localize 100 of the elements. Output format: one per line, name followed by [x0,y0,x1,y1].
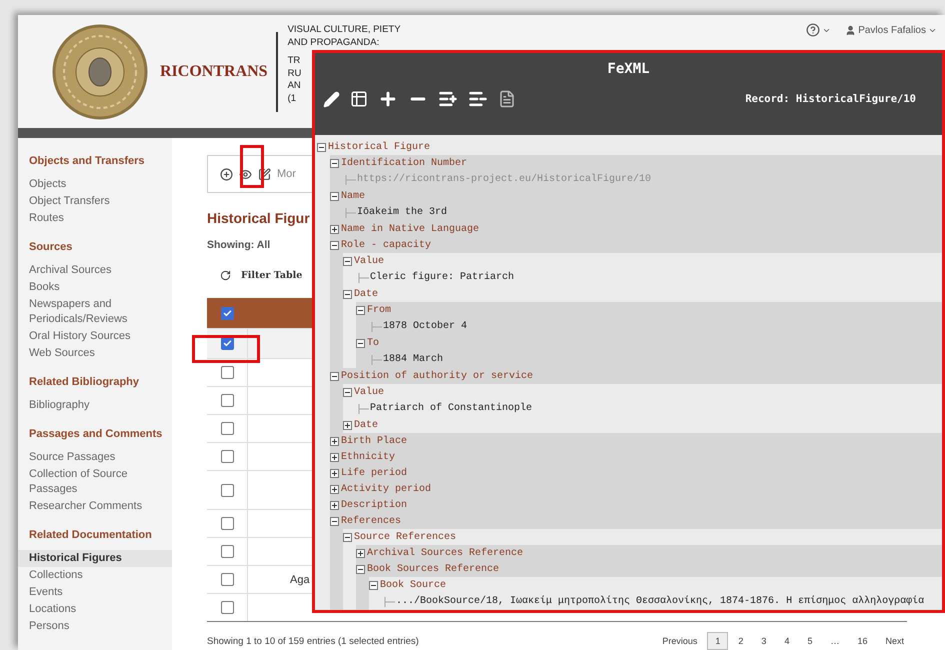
expand-icon[interactable] [330,484,339,494]
document-icon[interactable] [498,90,516,108]
tree-connector [343,208,357,218]
collapse-icon[interactable] [343,256,352,266]
page-link[interactable]: 3 [753,632,774,650]
filter-label: Filter Table [241,270,302,280]
row-checkbox[interactable] [220,366,234,379]
page-link[interactable]: 16 [849,632,876,650]
page-link[interactable]: 2 [730,632,752,650]
sidebar-item[interactable]: Researcher Comments [18,498,172,515]
row-checkbox[interactable] [220,450,234,463]
tree-node-label[interactable]: Date [354,288,378,300]
tree-node-label[interactable]: Value [354,256,384,266]
tree-value: 1878 October 4 [383,321,468,332]
more-label[interactable]: Mor [277,168,296,180]
sidebar-item[interactable]: Bibliography [18,397,172,414]
row-checkbox[interactable] [220,573,234,586]
collapse-icon[interactable] [330,240,339,250]
tree-node-label[interactable]: Position of authority or service [341,370,534,382]
table-icon[interactable] [350,90,368,108]
previous-link[interactable]: Previous [654,632,706,650]
tree-node-label[interactable]: Archival Sources Reference [367,548,524,558]
sidebar-item[interactable]: Oral History Sources [18,328,172,345]
tree-node-label[interactable]: Activity period [341,484,432,494]
user-menu-button[interactable]: Pavlos Fafalios [845,24,937,36]
expand-icon[interactable] [330,500,339,510]
tree-node-label[interactable]: Name [341,190,366,202]
collapse-icon[interactable] [330,192,339,200]
help-menu-button[interactable] [806,23,832,37]
refresh-icon[interactable] [220,270,231,280]
collapse-icon[interactable] [317,142,326,152]
row-checkbox[interactable] [220,394,234,407]
sidebar-item[interactable]: Locations [18,601,172,618]
sidebar-item[interactable]: Objects [18,176,172,193]
tree-node-label[interactable]: Ethnicity [341,452,396,462]
tree-value: 1884 March [383,354,444,365]
row-checkbox[interactable] [220,484,234,496]
add-icon[interactable] [220,168,233,180]
row-checkbox[interactable] [220,517,234,530]
list-minus-icon[interactable] [468,89,488,109]
collapse-icon[interactable] [369,580,378,590]
collapse-icon[interactable] [356,564,365,574]
view-icon[interactable] [239,168,252,180]
collapse-icon[interactable] [356,338,365,348]
sidebar-heading: Objects and Transfers [29,155,146,167]
tree-node-label[interactable]: Book Source [380,580,446,590]
tree-node-label[interactable]: Birth Place [341,436,408,446]
row-checkbox[interactable] [220,601,234,614]
tree-node-label[interactable]: References [341,516,402,526]
page-link[interactable]: 1 [707,632,728,650]
collapse-icon[interactable] [330,516,339,526]
page-link[interactable]: 5 [799,632,820,650]
sidebar-item[interactable]: Persons [18,618,172,635]
sidebar-item[interactable]: Collection of Source Passages [18,466,172,498]
tree-node-label[interactable]: Date [354,420,378,430]
tree-node-label[interactable]: Life period [341,468,408,478]
tree-node-label[interactable]: Name in Native Language [341,224,480,234]
collapse-icon[interactable] [343,290,352,298]
row-checkbox[interactable] [220,545,234,558]
sidebar-item[interactable]: Books [18,279,172,296]
plus-icon[interactable] [378,89,398,109]
expand-icon[interactable] [330,224,339,234]
tree-node-label[interactable]: Identification Number [341,158,468,168]
sidebar-item[interactable]: Collections [18,567,172,584]
next-link[interactable]: Next [877,632,912,650]
list-plus-icon[interactable] [438,89,458,109]
collapse-icon[interactable] [356,306,365,314]
pencil-icon[interactable] [323,90,340,108]
row-checkbox[interactable] [220,422,234,435]
tree-node-label[interactable]: Book Sources Reference [367,564,500,574]
tree-node-label[interactable]: Description [341,500,408,510]
collapse-icon[interactable] [330,372,339,380]
page-link[interactable]: … [822,632,848,650]
tree-node-label[interactable]: Source References [354,532,456,542]
sidebar-item[interactable]: Archival Sources [18,262,172,279]
sidebar-item[interactable]: Routes [18,210,172,227]
tree-node-label[interactable]: Value [354,386,384,398]
tree-node-label[interactable]: From [367,304,392,316]
tree-node-label[interactable]: To [367,338,380,348]
sidebar-item[interactable]: Object Transfers [18,193,172,210]
collapse-icon[interactable] [343,532,352,542]
expand-icon[interactable] [330,436,339,446]
expand-icon[interactable] [330,452,339,462]
sidebar-item[interactable]: Web Sources [18,345,172,362]
sidebar-item[interactable]: Source Passages [18,449,172,466]
expand-icon[interactable] [356,548,365,558]
expand-icon[interactable] [343,420,352,430]
tree-node-label[interactable]: Historical Figure [328,142,430,152]
page-link[interactable]: 4 [776,632,798,650]
expand-icon[interactable] [330,468,339,478]
sidebar-item[interactable]: Newspapers and Periodicals/Reviews [18,296,172,328]
row-checkbox[interactable] [220,337,234,350]
sidebar-heading: Related Documentation [29,529,153,541]
sidebar-item[interactable]: Events [18,584,172,601]
tree-node-label[interactable]: Role - capacity [341,240,432,250]
collapse-icon[interactable] [330,158,339,168]
collapse-icon[interactable] [343,388,352,396]
sidebar-item[interactable]: Historical Figures [18,550,172,567]
edit-icon[interactable] [258,168,271,180]
select-all-checkbox[interactable] [220,306,234,320]
